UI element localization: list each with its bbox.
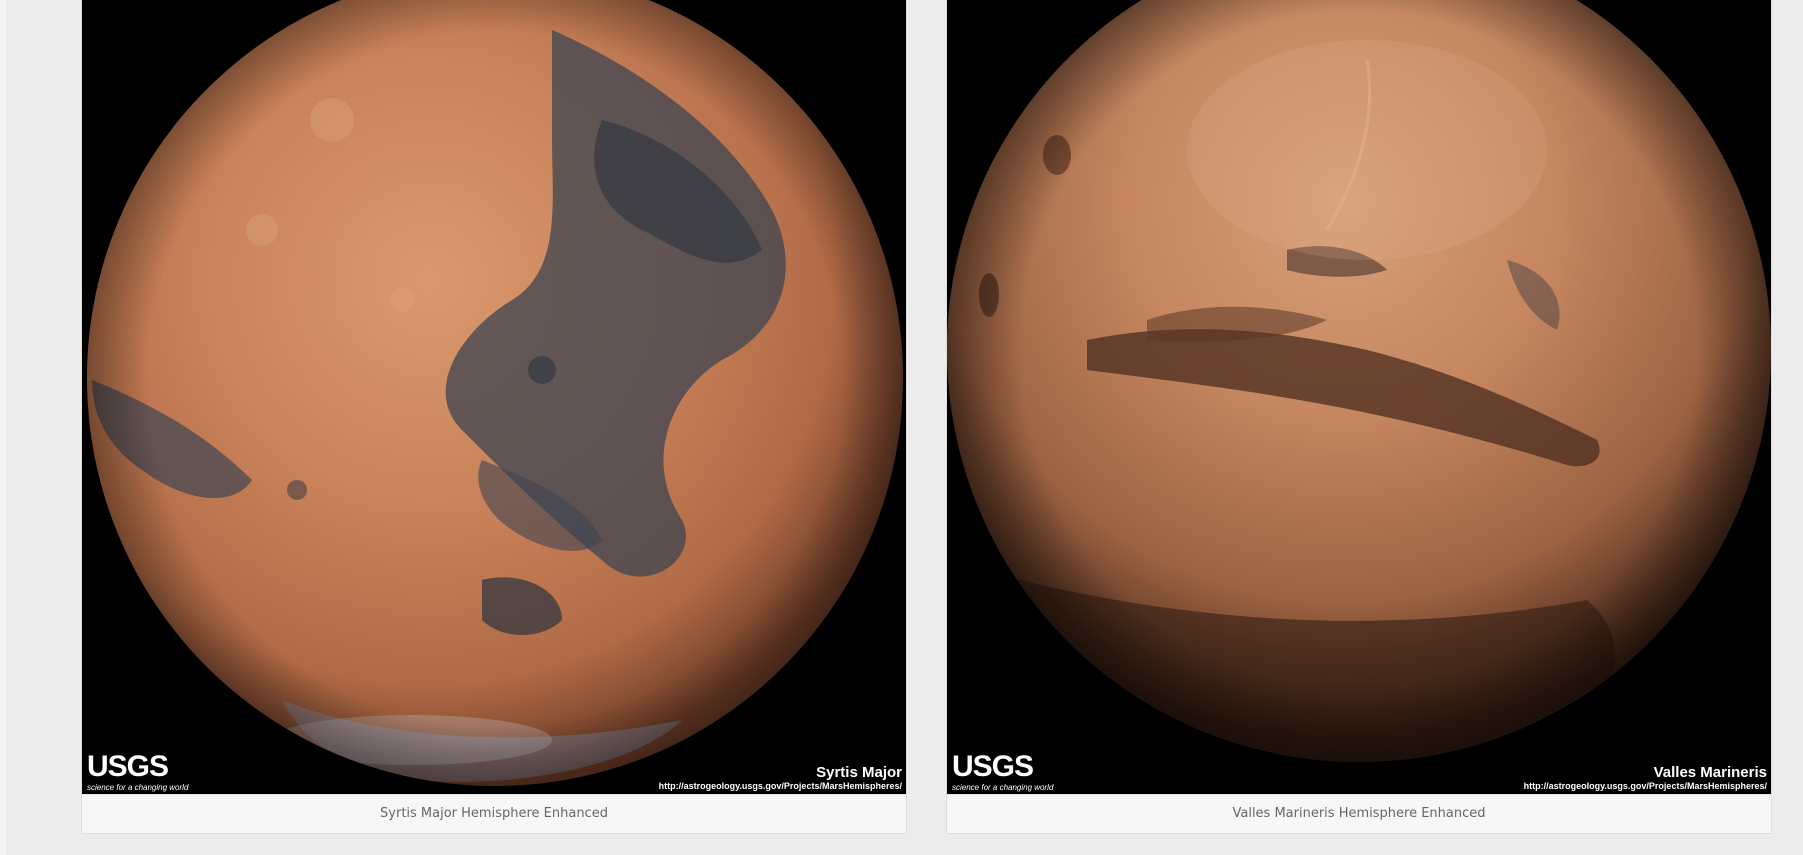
image-overlay-url: http://astrogeology.usgs.gov/Projects/Ma… [1523,781,1767,791]
hemisphere-caption: Syrtis Major Hemisphere Enhanced [82,794,906,832]
usgs-tagline: science for a changing world [952,783,1054,792]
mars-globe-syrtis-major [82,0,906,794]
gallery-container: USGS science for a changing world Syrtis… [6,0,1803,855]
hemisphere-caption: Valles Marineris Hemisphere Enhanced [947,794,1771,832]
hemisphere-card-valles-marineris[interactable]: USGS science for a changing world Valles… [946,0,1772,834]
hemisphere-image-syrtis-major[interactable]: USGS science for a changing world Syrtis… [82,0,906,794]
usgs-logo: USGS science for a changing world [952,750,1054,793]
image-overlay-title-block: Valles Marineris http://astrogeology.usg… [1524,764,1767,792]
image-overlay-title: Valles Marineris [1653,764,1767,781]
hemisphere-card-syrtis-major[interactable]: USGS science for a changing world Syrtis… [81,0,907,834]
usgs-logo-text: USGS [87,750,169,783]
usgs-logo-text: USGS [952,750,1034,783]
usgs-logo: USGS science for a changing world [87,750,189,793]
image-overlay-title-block: Syrtis Major http://astrogeology.usgs.go… [659,764,902,792]
image-overlay-url: http://astrogeology.usgs.gov/Projects/Ma… [658,781,902,791]
image-overlay-title: Syrtis Major [816,764,902,781]
usgs-tagline: science for a changing world [87,783,189,792]
mars-globe-valles-marineris [947,0,1771,794]
hemisphere-image-valles-marineris[interactable]: USGS science for a changing world Valles… [947,0,1771,794]
